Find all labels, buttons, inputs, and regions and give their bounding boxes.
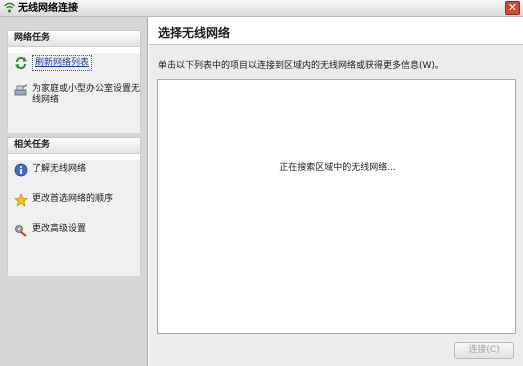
info-icon	[14, 163, 28, 177]
change-preferred-order-label: 更改首选网络的顺序	[32, 194, 114, 204]
related-tasks-body: 了解无线网络 更改首选网络的顺序 更改高级设置	[8, 160, 140, 276]
wireless-network-list[interactable]: 正在搜索区域中的无线网络...	[157, 79, 516, 334]
network-tasks-header: 网络任务	[8, 31, 140, 47]
content-header: 选择无线网络	[149, 17, 523, 45]
network-tasks-body: 刷新网络列表 为家庭或小型办公室设置无线网络	[8, 53, 140, 133]
refresh-network-list-label: 刷新网络列表	[32, 55, 93, 71]
learn-wireless-label: 了解无线网络	[32, 164, 87, 174]
connect-button[interactable]: 连接(C)	[454, 342, 514, 359]
setup-home-network-label: 为家庭或小型办公室设置无线网络	[32, 84, 141, 105]
setup-network-icon	[14, 84, 28, 96]
related-tasks-panel: 相关任务 了解无线网络 更改首选网络的顺序 更改高级设置	[7, 137, 141, 276]
sidebar: 网络任务 刷新网络列表 为家庭或小型办公室设置无线网络 相关任务 了解无线网络 …	[0, 17, 148, 366]
related-tasks-header: 相关任务	[8, 138, 140, 154]
title-bar[interactable]: 无线网络连接 ✕	[0, 0, 523, 17]
searching-status: 正在搜索区域中的无线网络...	[279, 163, 396, 173]
main-content: 选择无线网络 单击以下列表中的项目以连接到区域内的无线网络或获得更多信息(W)。…	[149, 17, 523, 366]
close-button[interactable]: ✕	[505, 1, 520, 15]
change-advanced-settings-link[interactable]: 更改高级设置	[8, 220, 140, 240]
setup-home-network-link[interactable]: 为家庭或小型办公室设置无线网络	[8, 81, 140, 113]
star-icon	[14, 193, 28, 207]
refresh-icon	[15, 56, 27, 70]
close-icon: ✕	[507, 1, 518, 14]
network-tasks-panel: 网络任务 刷新网络列表 为家庭或小型办公室设置无线网络	[7, 30, 141, 133]
settings-icon	[15, 225, 27, 237]
learn-wireless-link[interactable]: 了解无线网络	[8, 160, 140, 180]
refresh-network-list-link[interactable]: 刷新网络列表	[8, 53, 140, 73]
change-preferred-order-link[interactable]: 更改首选网络的顺序	[8, 190, 140, 210]
change-advanced-settings-label: 更改高级设置	[32, 224, 87, 234]
page-title: 选择无线网络	[158, 26, 231, 40]
wireless-icon	[4, 2, 15, 13]
instruction-text: 单击以下列表中的项目以连接到区域内的无线网络或获得更多信息(W)。	[158, 61, 444, 71]
wireless-connection-window: 无线网络连接 ✕ 网络任务 刷新网络列表 为家庭或小型办公室设置无线网络 相关任…	[0, 0, 523, 366]
window-title: 无线网络连接	[18, 3, 78, 14]
